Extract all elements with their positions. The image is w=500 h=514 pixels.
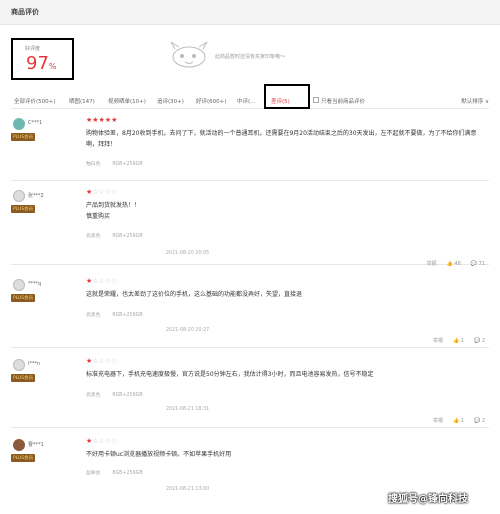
- review-text: 购物体验差，8月20收到手机，去问了下，就活动的一个普通耳机，还需要在9月20活…: [86, 130, 477, 148]
- product-spec: 8GB+256GB: [112, 313, 143, 318]
- product-spec: 8GB+256GB: [112, 393, 143, 398]
- review-meta: 盈眸金 8GB+256GB: [86, 469, 155, 476]
- rating-number: 97: [26, 53, 49, 74]
- review-item: l***n PLUS会员 ★☆☆☆☆ 标准充电器下，手机充电速度极慢，官方说是5…: [11, 357, 489, 428]
- avatar: [13, 359, 25, 371]
- avatar: [13, 439, 25, 451]
- star-rating: ★☆☆☆☆: [86, 437, 118, 445]
- review-item: 张***2 PLUS会员 ★☆☆☆☆ 产品到货就发热！！ 慎重购买 亮黑色 8GB…: [11, 188, 489, 267]
- review-date: 2021-08-21 13:00: [166, 487, 210, 492]
- rating-label: 好评度: [25, 46, 41, 52]
- tab-neutral[interactable]: 中评(...: [237, 97, 255, 105]
- tab-all[interactable]: 全部评价(500+): [14, 97, 55, 105]
- review-username: ****q: [28, 281, 42, 287]
- review-username: 曹***1: [28, 442, 44, 448]
- star-rating: ★★★★★: [86, 116, 118, 124]
- review-text: 这就是荣耀，也太差劲了这价位的手机，这么基础的功能都没弄好，失望，直接退: [86, 291, 303, 298]
- review-text: 产品到货就发热！！ 慎重购买: [86, 202, 141, 220]
- tab-positive[interactable]: 好评(600+): [196, 97, 226, 105]
- review-item: ****q PLUS会员 ★☆☆☆☆ 这就是荣耀，也太差劲了这价位的手机，这么基…: [11, 277, 489, 348]
- tab-negative[interactable]: 差评(5): [271, 97, 290, 105]
- product-color: 亮黑色: [86, 313, 101, 318]
- star-rating: ★☆☆☆☆: [86, 188, 118, 196]
- review-meta: 亮黑色 8GB+256GB: [86, 232, 155, 239]
- avatar: [13, 190, 25, 202]
- product-color: 亮黑色: [86, 393, 101, 398]
- like-button[interactable]: 👍 1: [453, 338, 464, 344]
- plus-badge: PLUS会员: [11, 454, 36, 462]
- product-color: 亮黑色: [86, 234, 101, 239]
- current-only-checkbox[interactable]: [313, 97, 319, 103]
- mascot-icon: [170, 41, 208, 68]
- product-spec: 8GB+256GB: [112, 471, 143, 476]
- like-button[interactable]: 👍 1: [453, 418, 464, 424]
- avatar: [13, 279, 25, 291]
- review-date: 2021-08-20 20:27: [166, 328, 210, 333]
- plus-badge: PLUS会员: [11, 205, 36, 213]
- product-spec: 8GB+256GB: [112, 162, 143, 167]
- like-button[interactable]: 👍 48: [447, 261, 461, 267]
- product-spec: 8GB+256GB: [112, 234, 143, 239]
- review-item: C***1 PLUS会员 ★★★★★ 购物体验差，8月20收到手机，去问了下，就…: [11, 116, 489, 181]
- star-rating: ★☆☆☆☆: [86, 277, 118, 285]
- review-meta: 亮黑色 8GB+256GB: [86, 311, 155, 318]
- review-actions: 举报 👍 48 💬 71: [417, 260, 485, 267]
- plus-badge: PLUS会员: [11, 374, 36, 382]
- review-meta: 亮黑色 8GB+256GB: [86, 391, 155, 398]
- review-tabs: 全部评价(500+) 晒图(147) 视频晒单(10+) 追评(30+) 好评(…: [11, 84, 489, 109]
- section-header: 商品评价: [0, 0, 500, 25]
- review-username: C***1: [28, 120, 43, 126]
- tab-videos[interactable]: 视频晒单(10+): [108, 97, 146, 105]
- review-meta: 釉白色 8GB+256GB: [86, 160, 155, 167]
- review-date: 2021-08-20 20:05: [166, 251, 210, 256]
- section-title: 商品评价: [11, 8, 39, 16]
- review-date: 2021-08-21 18:31: [166, 407, 210, 412]
- review-actions: 举报 👍 1 💬 2: [423, 337, 485, 344]
- avatar: [13, 118, 25, 130]
- review-actions: 举报 👍 1 💬 2: [423, 417, 485, 424]
- tab-current-only[interactable]: 只看当前商品评价: [321, 97, 365, 105]
- report-link[interactable]: 举报: [433, 338, 443, 344]
- review-text: 不好用卡顿uc浏览器播放视频卡顿。不如苹果手机好用: [86, 451, 232, 458]
- rating-unit: %: [48, 62, 57, 71]
- comment-button[interactable]: 💬 2: [474, 338, 485, 344]
- plus-badge: PLUS会员: [11, 133, 36, 141]
- review-username: l***n: [28, 361, 41, 367]
- star-rating: ★☆☆☆☆: [86, 357, 118, 365]
- tab-followup[interactable]: 追评(30+): [157, 97, 184, 105]
- rating-box: 好评度 97%: [11, 38, 74, 80]
- comment-button[interactable]: 💬 2: [474, 418, 485, 424]
- rating-value: 97%: [26, 53, 57, 74]
- report-link[interactable]: 举报: [433, 418, 443, 424]
- empty-impression-note: 此商品暂时还没有买家印象哦～: [215, 54, 286, 60]
- watermark: 搜狐号@锋向科技: [388, 494, 468, 505]
- product-color: 盈眸金: [86, 471, 101, 476]
- comment-button[interactable]: 💬 71: [471, 261, 485, 267]
- report-link[interactable]: 举报: [427, 261, 437, 267]
- review-text: 标准充电器下，手机充电速度极慢，官方说是50分钟左右，我估计得3小时，而且电池容…: [86, 371, 374, 378]
- tab-photos[interactable]: 晒图(147): [69, 97, 95, 105]
- review-username: 张***2: [28, 193, 44, 199]
- plus-badge: PLUS会员: [11, 294, 36, 302]
- product-color: 釉白色: [86, 162, 101, 167]
- sort-dropdown[interactable]: 默认排序 ∨: [461, 97, 489, 105]
- review-item: 曹***1 PLUS会员 ★☆☆☆☆ 不好用卡顿uc浏览器播放视频卡顿。不如苹果…: [11, 437, 489, 497]
